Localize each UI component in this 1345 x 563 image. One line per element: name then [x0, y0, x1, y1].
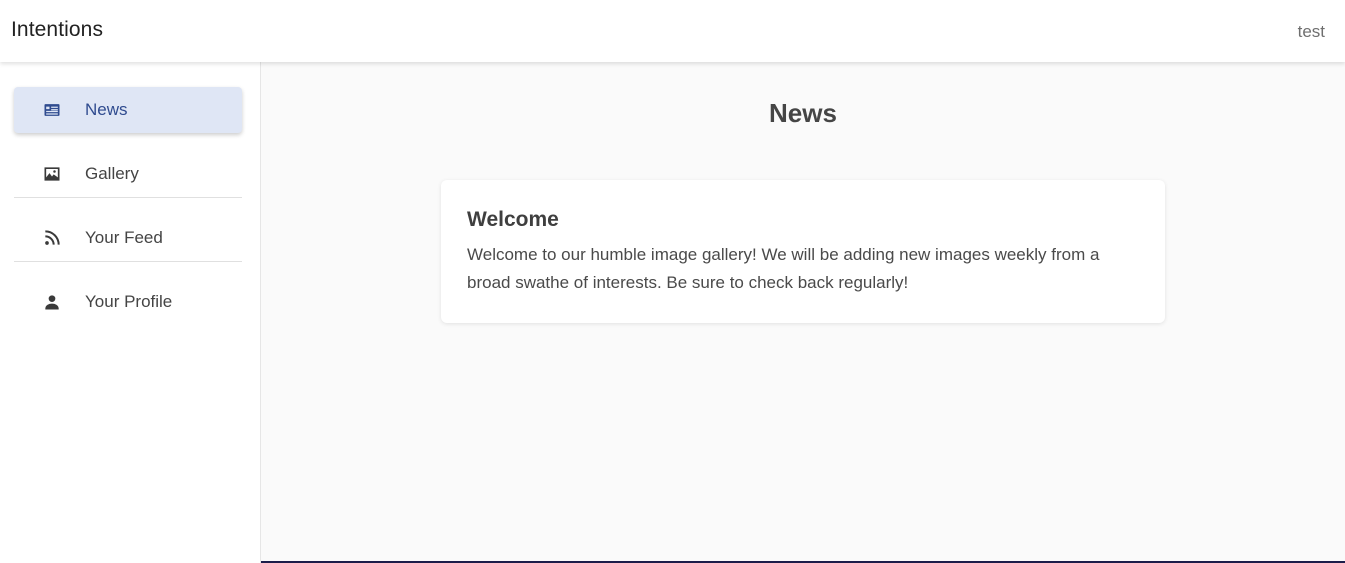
sidebar-item-your-profile[interactable]: Your Profile	[14, 279, 242, 325]
rss-feed-icon	[41, 227, 63, 249]
user-menu[interactable]: test	[1298, 22, 1325, 42]
sidebar-item-label: Your Feed	[85, 228, 163, 247]
card-title: Welcome	[467, 208, 559, 231]
sidebar-divider	[14, 261, 242, 262]
sidebar-item-label: Gallery	[85, 164, 139, 183]
news-card: Welcome Welcome to our humble image gall…	[441, 180, 1165, 323]
card-body: Welcome to our humble image gallery! We …	[467, 245, 1100, 292]
sidebar-item-label: Your Profile	[85, 292, 173, 311]
app-title: Intentions	[11, 18, 104, 41]
page-title: News	[769, 98, 837, 128]
sidebar-item-your-feed[interactable]: Your Feed	[14, 215, 242, 261]
app-window: Intentions test News Gallery Your Feed Y…	[0, 0, 1345, 563]
sidebar-item-news[interactable]: News	[14, 87, 242, 133]
top-app-bar: Intentions test	[0, 0, 1345, 62]
sidebar-divider	[14, 197, 242, 198]
sidebar: News Gallery Your Feed Your Profile	[0, 62, 261, 563]
newspaper-icon	[41, 99, 63, 121]
main-content: News Welcome Welcome to our humble image…	[261, 62, 1345, 561]
sidebar-item-label: News	[85, 100, 128, 119]
sidebar-item-gallery[interactable]: Gallery	[14, 151, 242, 197]
image-icon	[41, 163, 63, 185]
person-icon	[41, 291, 63, 313]
